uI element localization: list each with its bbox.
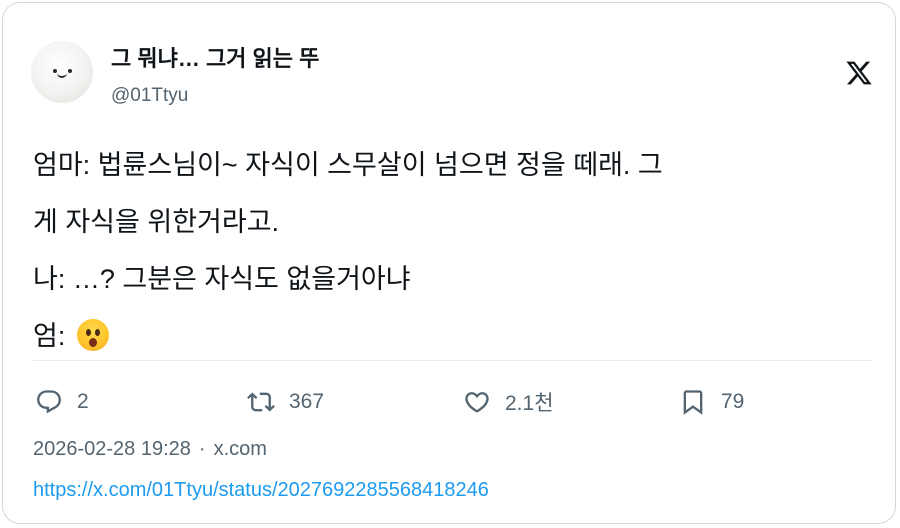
tweet-text: 엄마: 법륜스님이~ 자식이 스무살이 넘으면 정을 떼래. 그 게 자식을 위… xyxy=(33,137,873,365)
reply-button[interactable]: 2 xyxy=(35,385,89,419)
bookmark-count: 79 xyxy=(721,390,745,413)
timestamp[interactable]: 2026-02-28 19:28 xyxy=(33,438,191,460)
divider xyxy=(33,360,873,361)
tweet-line: 엄마: 법륜스님이~ 자식이 스무살이 넘으면 정을 떼래. 그 xyxy=(33,150,663,180)
author-handle[interactable]: @01Ttyu xyxy=(111,85,188,107)
reply-count: 2 xyxy=(77,390,89,413)
meta-separator: · xyxy=(198,438,206,460)
source-label[interactable]: x.com xyxy=(214,438,267,460)
astonished-face-emoji xyxy=(76,319,109,351)
like-count: 2.1천 xyxy=(505,392,554,415)
avatar-eye xyxy=(68,69,72,73)
reply-icon xyxy=(37,390,61,414)
tweet-meta: 2026-02-28 19:28 · x.com xyxy=(33,438,267,461)
tweet-line-with-emoji: 엄: xyxy=(33,308,873,365)
x-logo-icon[interactable] xyxy=(845,59,873,87)
retweet-button[interactable]: 367 xyxy=(247,385,324,419)
tweet-card: 그 뭐냐… 그거 읽는 뚜 @01Ttyu 엄마: 법륜스님이~ 자식이 스무살… xyxy=(2,2,896,524)
like-button[interactable]: 2.1천 xyxy=(463,385,554,419)
tweet-url-link[interactable]: https://x.com/01Ttyu/status/202769228556… xyxy=(33,479,489,502)
retweet-icon xyxy=(247,392,275,412)
author-display-name[interactable]: 그 뭐냐… 그거 읽는 뚜 xyxy=(111,41,319,73)
tweet-line: 나: …? 그분은 자식도 없을거아냐 xyxy=(33,264,411,294)
avatar[interactable] xyxy=(31,41,93,103)
bookmark-icon xyxy=(683,390,703,415)
tweet-line: 엄: xyxy=(33,321,73,351)
retweet-count: 367 xyxy=(289,390,325,413)
bookmark-button[interactable]: 79 xyxy=(679,385,744,419)
heart-icon xyxy=(465,392,489,413)
tweet-line: 게 자식을 위한거라고. xyxy=(33,207,280,237)
avatar-mouth xyxy=(57,73,67,78)
